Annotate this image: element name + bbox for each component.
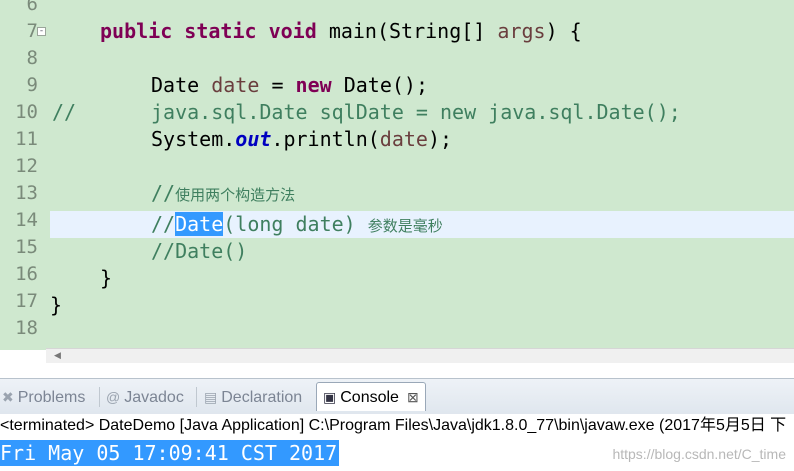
declaration-icon: ▤	[204, 389, 218, 405]
variable: date	[211, 73, 260, 97]
code-text: );	[427, 127, 453, 151]
javadoc-icon: @	[106, 389, 121, 405]
comment-text-cjk: 参数是毫秒	[367, 217, 443, 235]
keyword: void	[268, 19, 317, 43]
code-text: =	[271, 73, 284, 97]
code-line-11: System.out.println(date);	[151, 126, 794, 153]
tab-label: Problems	[17, 389, 86, 406]
variable: date	[379, 127, 428, 151]
selected-text[interactable]: Date	[175, 212, 224, 236]
code-line-15: //Date()	[151, 238, 794, 265]
tab-problems[interactable]: ✖ Problems	[2, 383, 85, 411]
scroll-left-icon[interactable]: ◀	[54, 351, 61, 361]
tab-divider	[99, 387, 100, 407]
keyword: static	[184, 19, 257, 43]
comment-prefix: //	[151, 181, 176, 205]
console-icon: ▣	[323, 389, 337, 405]
line-number: 13	[15, 182, 38, 204]
comment-prefix: //	[52, 100, 77, 124]
line-number: 11	[15, 128, 38, 150]
problems-icon: ✖	[2, 389, 14, 405]
console-status-line: <terminated> DateDemo [Java Application]…	[0, 414, 794, 438]
view-tab-bar: ✖ Problems @ Javadoc ▤ Declaration ▣ Console…	[0, 378, 794, 416]
comment-text: 使用两个构造方法	[175, 186, 296, 204]
keyword: public	[100, 19, 173, 43]
line-number: 7	[26, 20, 38, 42]
console-output-line[interactable]: Fri May 05 17:09:41 CST 2017	[0, 440, 340, 466]
method-signature: main(String[]	[328, 19, 486, 43]
code-text: System.	[151, 127, 236, 151]
static-field: out	[235, 127, 272, 151]
tab-divider	[196, 387, 197, 407]
tab-label: Console	[340, 389, 399, 406]
tab-declaration[interactable]: ▤ Declaration	[204, 383, 302, 411]
line-number: 17	[15, 290, 38, 312]
line-number: 6	[26, 0, 38, 15]
code-line-16: }	[100, 265, 794, 292]
line-number: 14	[15, 209, 38, 231]
parameter: args	[497, 19, 546, 43]
comment-prefix: //	[151, 212, 176, 236]
keyword: new	[295, 73, 332, 97]
tab-console[interactable]: ▣ Console ⊠	[316, 382, 426, 411]
watermark: https://blog.csdn.net/C_time	[612, 446, 786, 462]
code-line-7: public static void main(String[] args) {	[100, 18, 794, 45]
comment-text: (long date)	[223, 212, 356, 236]
line-number: 12	[15, 155, 38, 177]
code-line-17: }	[50, 292, 794, 319]
tab-label: Javadoc	[124, 389, 184, 406]
code-line-14: //Date(long date) 参数是毫秒	[151, 211, 794, 238]
comment-text: //Date()	[151, 239, 248, 263]
line-number: 9	[26, 74, 38, 96]
code-text: .println(	[271, 127, 380, 151]
fold-toggle-icon[interactable]: -	[37, 27, 46, 36]
line-number-gutter: 6 7 8 9 10 11 12 13 14 15 16 17 18 -	[0, 0, 46, 350]
code-line-9: Date date = new Date();	[151, 72, 794, 99]
code-editor[interactable]: 6 7 8 9 10 11 12 13 14 15 16 17 18 - pub…	[0, 0, 794, 350]
line-number: 16	[15, 263, 38, 285]
line-number: 10	[15, 101, 38, 123]
code-line-10: // java.sql.Date sqlDate = new java.sql.D…	[52, 99, 794, 126]
tab-label: Declaration	[221, 389, 303, 406]
code-line-13: //使用两个构造方法	[151, 180, 794, 207]
closing-brace: }	[100, 266, 113, 290]
commented-code: java.sql.Date sqlDate = new java.sql.Dat…	[151, 100, 681, 124]
close-icon[interactable]: ⊠	[407, 389, 419, 405]
tab-javadoc[interactable]: @ Javadoc	[106, 383, 184, 411]
line-number: 18	[15, 317, 38, 339]
horizontal-scrollbar[interactable]: ◀	[46, 348, 794, 363]
line-number: 8	[26, 47, 38, 69]
code-text: ) {	[545, 19, 582, 43]
closing-brace: }	[50, 293, 63, 317]
line-number: 15	[15, 236, 38, 258]
type-name: Date	[151, 73, 200, 97]
code-text: Date();	[343, 73, 428, 97]
